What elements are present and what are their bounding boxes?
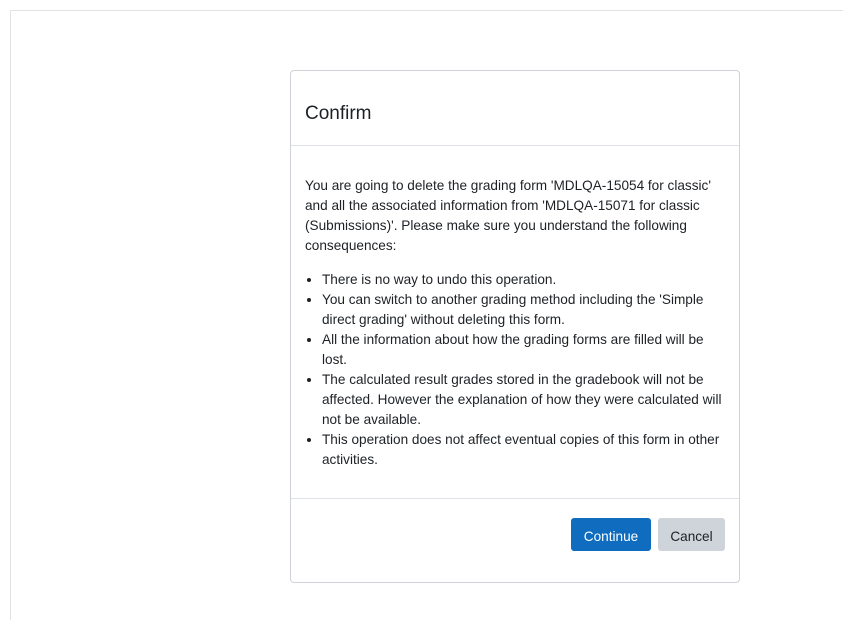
consequence-item: This operation does not affect eventual … [322,430,725,470]
continue-button[interactable]: Continue [571,518,651,551]
consequence-item: There is no way to undo this operation. [322,270,725,290]
consequences-list: There is no way to undo this operation. … [305,270,725,470]
consequence-item: All the information about how the gradin… [322,330,725,370]
consequence-item: The calculated result grades stored in t… [322,370,725,430]
dialog-body: You are going to delete the grading form… [305,176,725,470]
confirm-dialog: Confirm You are going to delete the grad… [290,70,740,583]
dialog-title: Confirm [305,103,372,124]
dialog-intro-text: You are going to delete the grading form… [305,178,711,253]
dialog-header: Confirm [291,71,739,146]
cancel-button[interactable]: Cancel [658,518,725,551]
consequence-item: You can switch to another grading method… [322,290,725,330]
dialog-footer: Continue Cancel [291,498,739,582]
